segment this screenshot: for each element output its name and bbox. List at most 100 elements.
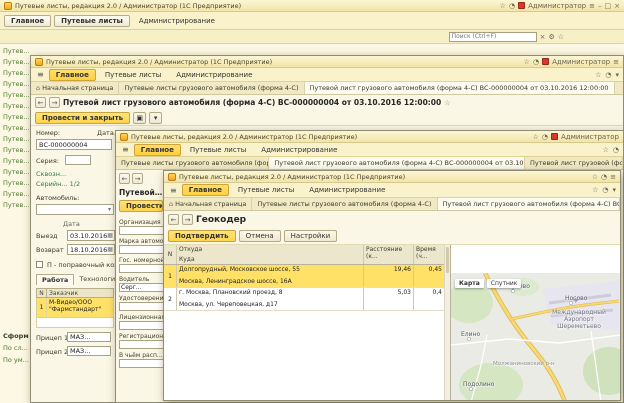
table-scrollbar[interactable]: [444, 245, 450, 400]
satellite-view-button[interactable]: Спутник: [487, 279, 522, 288]
sidebar-item[interactable]: Путев...: [3, 178, 29, 189]
sidebar-item[interactable]: Путев...: [3, 189, 29, 200]
sidebar-item[interactable]: Путев...: [3, 79, 29, 90]
vehicle-combo[interactable]: ▾: [36, 204, 114, 215]
star-icon[interactable]: ☆: [592, 173, 598, 181]
clock-icon[interactable]: ◔: [542, 133, 548, 141]
dropdown-icon[interactable]: ▾: [108, 206, 111, 213]
menu-item-waybills[interactable]: Путевые листы: [232, 185, 300, 195]
departure-date-field[interactable]: 03.10.2016▦: [67, 230, 115, 241]
through-numbering-link[interactable]: Сквозн...: [36, 170, 66, 178]
back-button[interactable]: ←: [119, 173, 130, 184]
menu-item-waybills[interactable]: Путевые листы: [99, 70, 167, 80]
close-icon[interactable]: ×: [614, 2, 620, 10]
field-input[interactable]: [119, 302, 164, 311]
menu-item-main[interactable]: Главное: [49, 69, 96, 81]
forward-button[interactable]: →: [182, 214, 193, 225]
sidebar-item[interactable]: Путев...: [3, 90, 29, 101]
settings-button[interactable]: Настройки: [284, 230, 338, 242]
sidebar-item[interactable]: По ум...: [3, 354, 29, 366]
minimize-icon[interactable]: –: [598, 2, 602, 10]
series-field[interactable]: [65, 155, 91, 165]
sidebar-item[interactable]: Путев...: [3, 112, 29, 123]
menu-item-main[interactable]: Главное: [134, 144, 181, 156]
tab-home[interactable]: ⌂ Начальная страница: [31, 82, 119, 94]
route-row[interactable]: 1 Долгопрудный, Московское шоссе, 55 Мос…: [164, 265, 444, 288]
tab-waybill-document[interactable]: Путевой лист грузового автомобиля (форма…: [305, 82, 615, 94]
sidebar-item[interactable]: Путев...: [3, 156, 29, 167]
cancel-button[interactable]: Отмена: [239, 230, 281, 242]
field-input[interactable]: [119, 340, 164, 349]
clock-icon[interactable]: ◔: [605, 71, 611, 79]
maximize-icon[interactable]: □: [605, 2, 612, 10]
scrollbar-thumb[interactable]: [446, 247, 449, 273]
field-input[interactable]: Серг...: [119, 283, 164, 292]
gear-icon[interactable]: ⚙: [548, 33, 554, 41]
sidebar-item[interactable]: Путев...: [3, 200, 29, 211]
dropdown-icon[interactable]: ▾: [615, 71, 619, 79]
favorite-star-icon[interactable]: ☆: [444, 99, 450, 107]
map[interactable]: ЛуневоНосовоМеждународный Аэропорт Шерем…: [451, 273, 620, 400]
tab-waybill-document-2[interactable]: Путевой лист грузовой (форма: [525, 157, 623, 169]
sidebar-item[interactable]: Путев...: [3, 145, 29, 156]
more-actions-button[interactable]: ▾: [149, 112, 162, 124]
clock-icon[interactable]: ◔: [509, 2, 515, 10]
tab-waybill-list[interactable]: Путевые листы грузового автомобиля (форм…: [116, 157, 269, 169]
sidebar-item[interactable]: Путев...: [3, 123, 29, 134]
tab-home[interactable]: ⌂ Начальная страница: [164, 198, 252, 210]
favorites-star-icon[interactable]: ☆: [558, 33, 564, 41]
tab-waybill-document[interactable]: Путевой лист грузового автомобиля (форма…: [438, 198, 621, 210]
menu-icon[interactable]: ≡: [589, 2, 595, 10]
forward-button[interactable]: →: [132, 173, 143, 184]
tab-waybill-document[interactable]: Путевой лист грузового автомобиля (форма…: [269, 157, 525, 169]
tab-work[interactable]: Работа: [36, 274, 74, 285]
calendar-icon[interactable]: ▦: [107, 246, 113, 253]
sidebar-item[interactable]: Путев...: [3, 167, 29, 178]
clear-search-icon[interactable]: ×: [540, 33, 546, 41]
menu-icon[interactable]: ≡: [613, 58, 619, 66]
route-row[interactable]: 2 г. Москва, Плановский проезд, 8 Москва…: [164, 288, 444, 311]
star-icon[interactable]: ☆: [500, 2, 506, 10]
field-input[interactable]: [119, 226, 164, 235]
back-button[interactable]: ←: [35, 97, 46, 108]
sidebar-item[interactable]: Путев...: [3, 57, 29, 68]
hamburger-icon[interactable]: ≡: [120, 145, 131, 154]
tab-waybill-list[interactable]: Путевые листы грузового автомобиля (форм…: [119, 82, 304, 94]
star-icon[interactable]: ☆: [524, 58, 530, 66]
trailer2-field[interactable]: МАЗ...: [67, 346, 111, 356]
menu-item-administration[interactable]: Администрирование: [133, 16, 221, 26]
tab-waybill-list[interactable]: Путевые листы грузового автомобиля (форм…: [252, 198, 437, 210]
star-icon[interactable]: ☆: [595, 71, 601, 79]
confirm-button[interactable]: Подтвердить: [168, 230, 236, 242]
back-button[interactable]: ←: [168, 214, 179, 225]
serial-number-link[interactable]: Серийн... 1/2: [36, 180, 80, 188]
search-input[interactable]: [449, 32, 537, 42]
return-date-field[interactable]: 18.10.2016▦: [67, 244, 115, 255]
clock-icon[interactable]: ◔: [602, 186, 608, 194]
customer-grid-row[interactable]: 1 М-Видео/ООО "Фармстандарт": [36, 298, 114, 318]
menu-item-administration[interactable]: Администрирование: [170, 70, 258, 80]
field-input[interactable]: [119, 359, 164, 368]
sidebar-item[interactable]: Путев...: [3, 68, 29, 79]
number-field[interactable]: ВС-000000004: [36, 139, 112, 150]
menu-item-waybills[interactable]: Путевые листы: [184, 145, 252, 155]
clock-icon[interactable]: ◔: [601, 173, 607, 181]
field-input[interactable]: [119, 321, 164, 330]
menu-item-waybills[interactable]: Путевые листы: [54, 15, 130, 27]
post-and-close-button[interactable]: Провести и закрыть: [35, 112, 130, 124]
trailer1-field[interactable]: МАЗ...: [67, 332, 111, 342]
map-view-button[interactable]: Карта: [455, 279, 484, 288]
star-icon[interactable]: ☆: [592, 186, 598, 194]
sidebar-item[interactable]: По сл...: [3, 342, 29, 354]
sidebar-item[interactable]: Путев...: [3, 101, 29, 112]
hamburger-icon[interactable]: ≡: [35, 70, 46, 79]
menu-item-main[interactable]: Главное: [182, 184, 229, 196]
coefficient-checkbox[interactable]: [36, 261, 43, 268]
star-icon[interactable]: ☆: [603, 146, 609, 154]
calendar-icon[interactable]: ▦: [107, 232, 113, 239]
menu-item-main[interactable]: Главное: [4, 15, 51, 27]
star-icon[interactable]: ☆: [533, 133, 539, 141]
sidebar-item[interactable]: Путев...: [3, 46, 29, 57]
clock-icon[interactable]: ◔: [533, 58, 539, 66]
hamburger-icon[interactable]: ≡: [168, 186, 179, 195]
